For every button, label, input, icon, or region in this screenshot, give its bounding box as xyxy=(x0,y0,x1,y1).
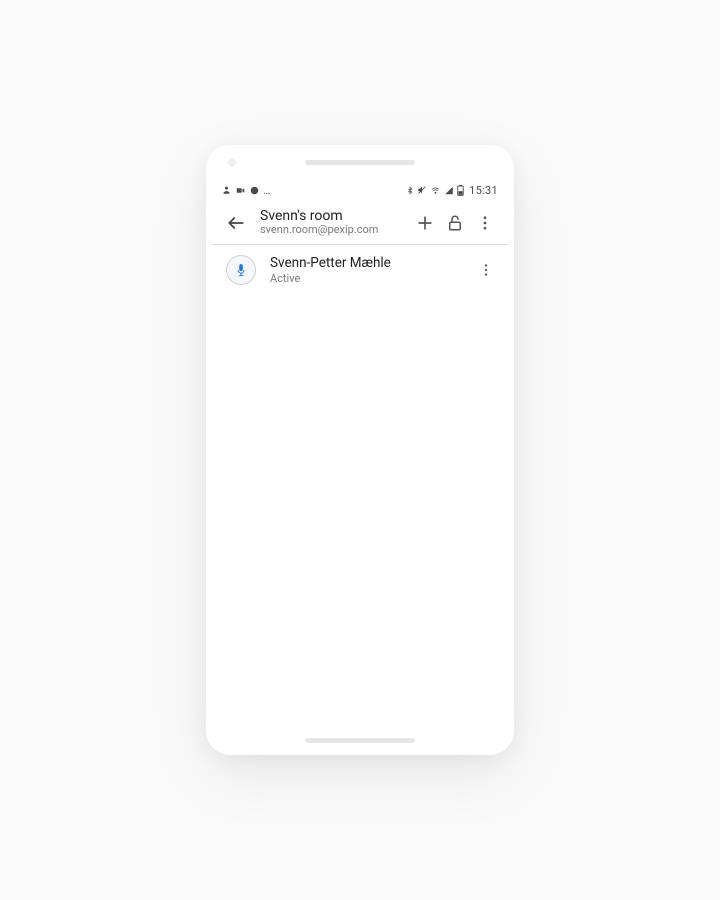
front-camera-dot xyxy=(228,159,236,167)
add-button[interactable] xyxy=(410,208,440,238)
header-title-block: Svenn's room svenn.room@pexip.com xyxy=(252,208,410,237)
status-bar-left: … xyxy=(222,184,271,197)
participant-list: Svenn-Petter Mæhle Active xyxy=(212,245,508,725)
status-more-icon: … xyxy=(263,184,271,197)
more-button[interactable] xyxy=(470,208,500,238)
status-bar-right: 15:31 xyxy=(406,184,498,197)
phone-frame: … 15:31 xyxy=(206,145,514,755)
back-button[interactable] xyxy=(220,207,252,239)
phone-bottom-bezel xyxy=(206,725,514,755)
status-time: 15:31 xyxy=(469,184,498,197)
battery-icon xyxy=(457,185,464,196)
participant-row[interactable]: Svenn-Petter Mæhle Active xyxy=(212,245,508,295)
speaker-slot xyxy=(305,160,415,165)
screen: … 15:31 xyxy=(212,179,508,725)
mute-icon xyxy=(417,185,427,195)
participant-name: Svenn-Petter Mæhle xyxy=(270,255,472,271)
globe-icon xyxy=(250,186,259,195)
app-bar: Svenn's room svenn.room@pexip.com xyxy=(212,201,508,245)
lock-button[interactable] xyxy=(440,208,470,238)
cellular-signal-icon xyxy=(444,186,454,195)
bluetooth-icon xyxy=(406,185,414,196)
phone-top-bezel xyxy=(206,145,514,179)
participant-status: Active xyxy=(270,272,472,285)
participant-info: Svenn-Petter Mæhle Active xyxy=(256,255,472,285)
video-camera-icon xyxy=(235,186,246,195)
wifi-icon xyxy=(430,186,441,195)
participant-more-button[interactable] xyxy=(472,256,500,284)
home-indicator xyxy=(305,738,415,743)
microphone-icon xyxy=(226,255,256,285)
status-bar: … 15:31 xyxy=(212,179,508,201)
person-icon xyxy=(222,185,231,195)
room-title: Svenn's room xyxy=(260,208,410,224)
room-address: svenn.room@pexip.com xyxy=(260,224,410,237)
